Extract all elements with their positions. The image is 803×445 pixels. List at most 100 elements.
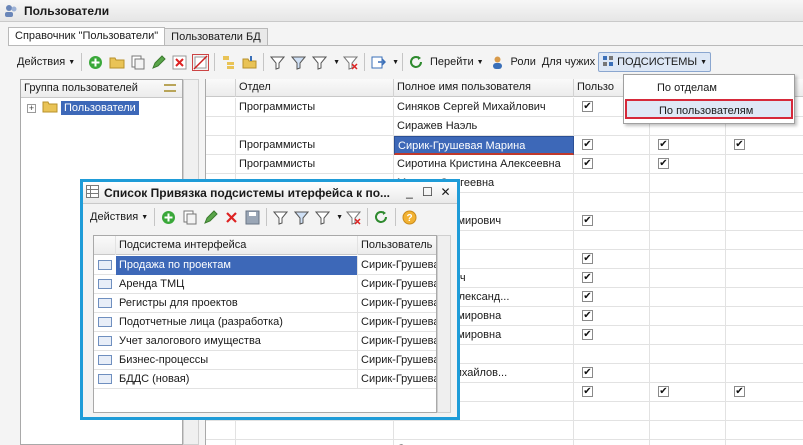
- dept-cell[interactable]: [236, 117, 394, 136]
- table-row[interactable]: Программисты Сиротина Кристина Алексеевна…: [206, 155, 803, 174]
- save-icon[interactable]: [244, 209, 261, 226]
- table-row[interactable]: БДДС (новая) Сирик-Грушевая: [94, 370, 436, 389]
- full-name-cell[interactable]: Синяков Сергей Михайлович: [394, 98, 574, 117]
- copy-icon[interactable]: [181, 209, 198, 226]
- checkbox[interactable]: ✔: [582, 139, 593, 150]
- checkbox[interactable]: ✔: [582, 253, 593, 264]
- dialog-actions-menu-button[interactable]: Действия ▼: [87, 207, 151, 227]
- user-cell[interactable]: Сирик-Грушевая: [358, 256, 436, 275]
- table-row[interactable]: Учет залогового имущества Сирик-Грушевая: [94, 332, 436, 351]
- add-folder-icon[interactable]: [108, 54, 125, 71]
- user-cell[interactable]: Сирик-Грушевая: [358, 370, 436, 389]
- user-groups-header[interactable]: Группа пользователей: [21, 80, 182, 98]
- filter-history-icon[interactable]: [314, 209, 331, 226]
- close-icon[interactable]: ✕: [439, 185, 452, 199]
- copy-icon[interactable]: [129, 54, 146, 71]
- expand-icon[interactable]: +: [27, 103, 36, 113]
- filter-by-value-icon[interactable]: [290, 54, 307, 71]
- subsystem-cell[interactable]: Продажа по проектам: [116, 256, 358, 275]
- dept-cell[interactable]: [236, 440, 394, 445]
- subsystem-cell[interactable]: Учет залогового имущества: [116, 332, 358, 351]
- dept-cell[interactable]: [236, 421, 394, 440]
- user-cell[interactable]: Сирик-Грушевая: [358, 275, 436, 294]
- checkbox[interactable]: ✔: [582, 367, 593, 378]
- move-to-group-icon[interactable]: [241, 54, 258, 71]
- full-name-cell[interactable]: Сиротина Кристина Алексеевна: [394, 155, 574, 174]
- checkbox[interactable]: ✔: [582, 329, 593, 340]
- checkbox[interactable]: ✔: [582, 158, 593, 169]
- subsystem-cell[interactable]: Бизнес-процессы: [116, 351, 358, 370]
- user-cell[interactable]: Сирик-Грушевая: [358, 294, 436, 313]
- checkbox[interactable]: ✔: [734, 139, 745, 150]
- checkbox[interactable]: ✔: [658, 139, 669, 150]
- filter-by-value-icon[interactable]: [293, 209, 310, 226]
- minimize-icon[interactable]: _: [403, 185, 416, 199]
- full-name-cell[interactable]: Сирик-Грушевая Марина: [394, 136, 574, 155]
- roles-button[interactable]: Роли: [508, 52, 539, 72]
- header-dept[interactable]: Отдел: [236, 79, 394, 97]
- actions-menu-button[interactable]: Действия ▼: [14, 52, 78, 72]
- tab-users-db[interactable]: Пользователи БД: [164, 28, 268, 46]
- checkbox[interactable]: ✔: [658, 158, 669, 169]
- clear-filter-icon[interactable]: [342, 54, 359, 71]
- checkbox[interactable]: ✔: [582, 386, 593, 397]
- user-icon[interactable]: [489, 54, 506, 71]
- user-cell[interactable]: Сирик-Грушевая: [358, 332, 436, 351]
- maximize-icon[interactable]: ☐: [421, 185, 434, 199]
- menu-item-by-users[interactable]: По пользователям: [625, 99, 793, 119]
- chevron-down-icon[interactable]: ▼: [333, 59, 340, 66]
- table-row[interactable]: Программисты Сирик-Грушевая Марина ✔ ✔ ✔: [206, 136, 803, 155]
- subsystem-cell[interactable]: Подотчетные лица (разработка): [116, 313, 358, 332]
- filter-history-icon[interactable]: [311, 54, 328, 71]
- dialog-vertical-scrollbar[interactable]: [437, 235, 451, 413]
- tree-item-users[interactable]: + Пользователи: [27, 100, 139, 116]
- refresh-icon[interactable]: [373, 209, 390, 226]
- filter-icon[interactable]: [272, 209, 289, 226]
- mark-deletion-icon[interactable]: [192, 53, 210, 71]
- full-name-cell[interactable]: [394, 421, 574, 440]
- dept-cell[interactable]: Программисты: [236, 136, 394, 155]
- chevron-down-icon[interactable]: ▼: [336, 214, 343, 221]
- delete-icon[interactable]: [171, 54, 188, 71]
- output-list-icon[interactable]: [370, 54, 387, 71]
- dept-cell[interactable]: Программисты: [236, 155, 394, 174]
- goto-menu-button[interactable]: Перейти ▼: [427, 52, 487, 72]
- user-cell[interactable]: Сирик-Грушевая: [358, 313, 436, 332]
- table-row[interactable]: Продажа по проектам Сирик-Грушевая: [94, 256, 436, 275]
- edit-icon[interactable]: [202, 209, 219, 226]
- full-name-cell[interactable]: Сиражев Наэль: [394, 117, 574, 136]
- dept-cell[interactable]: Программисты: [236, 98, 394, 117]
- header-full-name[interactable]: Полное имя пользователя: [394, 79, 574, 97]
- tab-users-catalog[interactable]: Справочник "Пользователи": [8, 27, 166, 46]
- table-row[interactable]: Смирнов: [206, 440, 803, 445]
- table-row[interactable]: [206, 421, 803, 440]
- refresh-icon[interactable]: [408, 54, 425, 71]
- chevron-down-icon[interactable]: ▼: [392, 59, 399, 66]
- table-row[interactable]: Аренда ТМЦ Сирик-Грушевая: [94, 275, 436, 294]
- delete-icon[interactable]: [223, 209, 240, 226]
- header-subsystem[interactable]: Подсистема интерфейса: [116, 236, 358, 255]
- subsystems-menu-button[interactable]: ПОДСИСТЕМЫ ▼: [598, 52, 712, 72]
- table-row[interactable]: Бизнес-процессы Сирик-Грушевая: [94, 351, 436, 370]
- full-name-cell[interactable]: Смирнов: [394, 440, 574, 445]
- edit-icon[interactable]: [150, 54, 167, 71]
- checkbox[interactable]: ✔: [582, 101, 593, 112]
- subsystem-cell[interactable]: БДДС (новая): [116, 370, 358, 389]
- add-icon[interactable]: [87, 54, 104, 71]
- foreign-button[interactable]: Для чужих: [539, 52, 598, 72]
- help-icon[interactable]: ?: [401, 209, 418, 226]
- add-icon[interactable]: [160, 209, 177, 226]
- checkbox[interactable]: ✔: [582, 215, 593, 226]
- clear-filter-icon[interactable]: [345, 209, 362, 226]
- checkbox[interactable]: ✔: [658, 386, 669, 397]
- header-dialog-user[interactable]: Пользователь: [358, 236, 436, 255]
- checkbox[interactable]: ✔: [582, 310, 593, 321]
- subsystem-cell[interactable]: Аренда ТМЦ: [116, 275, 358, 294]
- user-cell[interactable]: Сирик-Грушевая: [358, 351, 436, 370]
- table-row[interactable]: Подотчетные лица (разработка) Сирик-Груше…: [94, 313, 436, 332]
- menu-item-by-departments[interactable]: По отделам: [625, 78, 793, 98]
- table-row[interactable]: Регистры для проектов Сирик-Грушевая: [94, 294, 436, 313]
- checkbox[interactable]: ✔: [582, 291, 593, 302]
- subsystem-cell[interactable]: Регистры для проектов: [116, 294, 358, 313]
- hierarchy-icon[interactable]: [220, 54, 237, 71]
